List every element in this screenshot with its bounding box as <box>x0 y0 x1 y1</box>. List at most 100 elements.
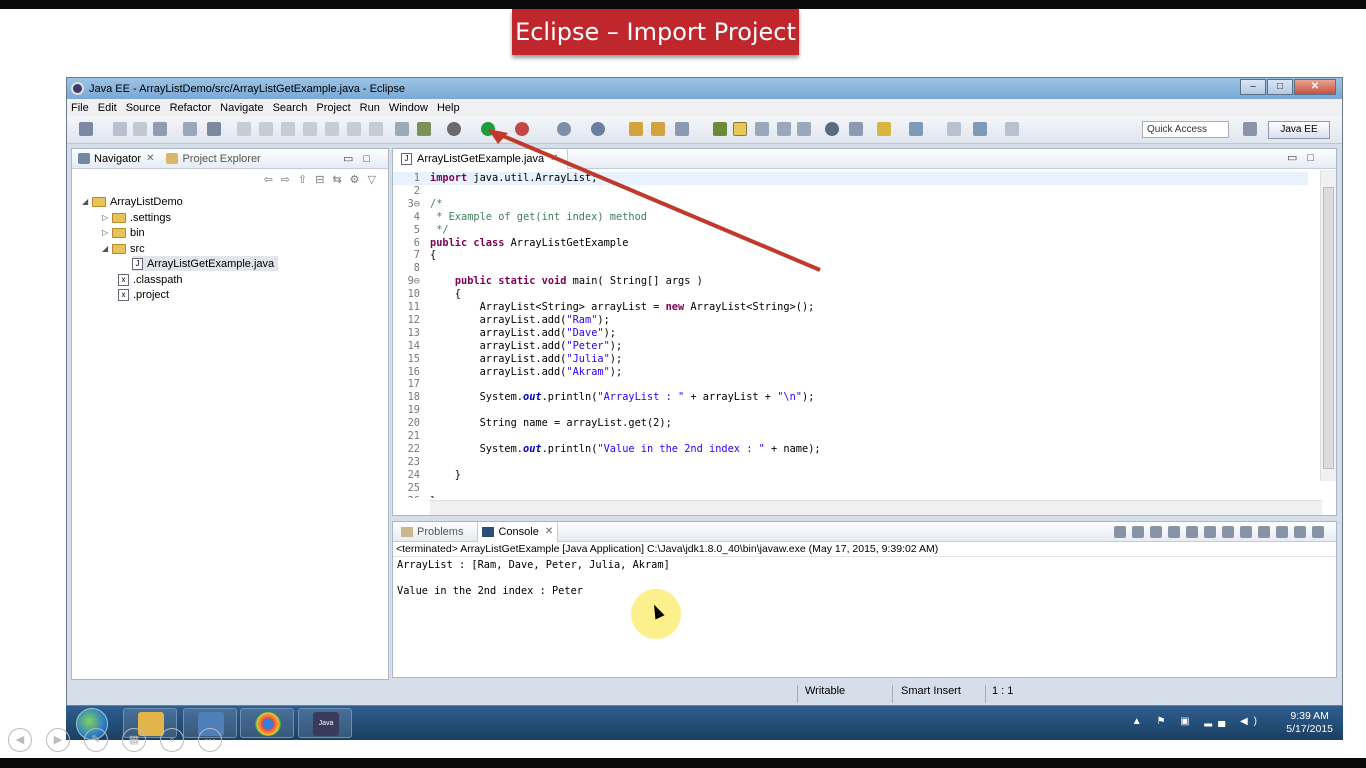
tab-console[interactable]: Console ✕ <box>477 521 559 542</box>
system-tray-icons[interactable]: ▲ ⚑ ▣ ▂▄ ◀) <box>1132 716 1263 727</box>
expanded-arrow-icon[interactable]: ◢ <box>102 244 112 253</box>
panel-min-max-icons[interactable]: ▭□ <box>343 152 380 165</box>
search-icon[interactable] <box>675 122 689 136</box>
help-icon[interactable] <box>825 122 839 136</box>
tree-item-arraylistgetexample[interactable]: J ArrayListGetExample.java <box>132 256 279 271</box>
debug-skip-icon[interactable] <box>207 122 221 136</box>
code-line[interactable]: 20 String name = arrayList.get(2); <box>393 417 1308 430</box>
menu-search[interactable]: Search <box>273 102 308 114</box>
menu-file[interactable]: File <box>71 102 89 114</box>
code-line[interactable]: 8 <box>393 262 1308 275</box>
open-perspective-icon[interactable] <box>1243 122 1257 136</box>
tab-navigator[interactable]: Navigator ✕ <box>78 153 154 165</box>
perspective-java-ee-button[interactable]: Java EE <box>1268 121 1330 139</box>
collapse-all-icon[interactable]: ⊟ <box>315 173 324 186</box>
quick-access-input[interactable]: Quick Access <box>1142 121 1229 138</box>
forward-icon[interactable] <box>1005 122 1019 136</box>
editor-horizontal-scrollbar[interactable] <box>430 500 1322 515</box>
run-last-tool-icon[interactable] <box>515 122 529 136</box>
terminate-icon[interactable] <box>1114 526 1126 538</box>
resume-icon[interactable] <box>237 122 251 136</box>
taskbar-eclipse[interactable]: Java EE <box>298 708 352 751</box>
prev-slide-icon[interactable]: ◀ <box>8 728 32 752</box>
build-icon[interactable] <box>183 122 197 136</box>
pin-console-icon[interactable] <box>1240 526 1252 538</box>
next-annotation-icon[interactable] <box>849 122 863 136</box>
filters-icon[interactable]: ⚙ <box>350 173 360 186</box>
show-on-stderr-icon[interactable] <box>1222 526 1234 538</box>
minimize-button[interactable]: – <box>1240 79 1266 95</box>
use-step-filters-icon[interactable] <box>417 122 431 136</box>
collapsed-arrow-icon[interactable]: ▷ <box>102 228 112 237</box>
tab-project-explorer[interactable]: Project Explorer <box>166 153 261 165</box>
open-type-icon[interactable] <box>629 122 643 136</box>
code-line[interactable]: 18 System.out.println("ArrayList : " + a… <box>393 391 1308 404</box>
code-line[interactable]: 23 <box>393 456 1308 469</box>
tree-item-settings[interactable]: ▷ .settings <box>102 210 171 225</box>
toggle-mark-occurrences-icon[interactable] <box>713 122 727 136</box>
code-line[interactable]: 2 <box>393 185 1308 198</box>
view-menu-icon[interactable]: ▽ <box>368 173 376 186</box>
collapsed-arrow-icon[interactable]: ▷ <box>102 213 112 222</box>
tab-problems[interactable]: Problems <box>397 522 467 542</box>
tab-arraylistgetexample[interactable]: J ArrayListGetExample.java ✕ <box>393 148 568 169</box>
terminate-icon[interactable] <box>281 122 295 136</box>
drop-frame-icon[interactable] <box>395 122 409 136</box>
open-task-icon[interactable] <box>651 122 665 136</box>
more-icon[interactable]: ⋯ <box>198 728 222 752</box>
run-icon[interactable] <box>481 122 495 136</box>
menu-navigate[interactable]: Navigate <box>220 102 263 114</box>
code-line[interactable]: 12 arrayList.add("Ram"); <box>393 314 1308 327</box>
editor-vertical-scrollbar[interactable] <box>1320 170 1336 481</box>
code-line[interactable]: 22 System.out.println("Value in the 2nd … <box>393 443 1308 456</box>
clock[interactable]: 9:39 AM 5/17/2015 <box>1286 710 1333 736</box>
print-icon[interactable] <box>153 122 167 136</box>
save-all-icon[interactable] <box>133 122 147 136</box>
suspend-icon[interactable] <box>259 122 273 136</box>
maximize-icon[interactable] <box>1312 526 1324 538</box>
previous-annotation-icon[interactable] <box>909 122 923 136</box>
next-slide-icon[interactable]: ▶ <box>46 728 70 752</box>
close-icon[interactable]: ✕ <box>146 153 154 164</box>
menu-project[interactable]: Project <box>316 102 350 114</box>
save-icon[interactable] <box>113 122 127 136</box>
remove-launch-icon[interactable] <box>1132 526 1144 538</box>
menu-run[interactable]: Run <box>360 102 380 114</box>
code-line[interactable]: 4 * Example of get(int index) method <box>393 211 1308 224</box>
new-web-service-icon[interactable] <box>591 122 605 136</box>
tree-item-classpath[interactable]: x .classpath <box>118 272 183 287</box>
remove-all-icon[interactable] <box>1150 526 1162 538</box>
forward-arrow-icon[interactable]: ⇨ <box>281 173 290 186</box>
code-line[interactable]: 16 arrayList.add("Akram"); <box>393 366 1308 379</box>
scroll-lock-icon[interactable] <box>1186 526 1198 538</box>
code-line[interactable]: 19 <box>393 404 1308 417</box>
scrollbar-thumb[interactable] <box>1323 187 1334 469</box>
pen-icon[interactable]: ✎ <box>84 728 108 752</box>
last-edit-icon[interactable] <box>877 122 891 136</box>
code-line[interactable]: 15 arrayList.add("Julia"); <box>393 353 1308 366</box>
new-server-icon[interactable] <box>557 122 571 136</box>
menu-source[interactable]: Source <box>126 102 161 114</box>
step-return-icon[interactable] <box>369 122 383 136</box>
zoom-icon[interactable]: ⌕ <box>160 728 184 752</box>
close-button[interactable]: ✕ <box>1294 79 1336 95</box>
minimize-icon[interactable] <box>1294 526 1306 538</box>
code-line[interactable]: 3⊖ /* <box>393 198 1308 211</box>
back-icon[interactable] <box>947 122 961 136</box>
tree-item-bin[interactable]: ▷ bin <box>102 225 145 240</box>
expanded-arrow-icon[interactable]: ◢ <box>82 197 92 206</box>
up-icon[interactable]: ⇧ <box>298 173 307 186</box>
code-line[interactable]: 25 <box>393 482 1308 495</box>
show-on-stdout-icon[interactable] <box>1204 526 1216 538</box>
word-wrap-icon[interactable] <box>797 122 811 136</box>
code-line[interactable]: 14 arrayList.add("Peter"); <box>393 340 1308 353</box>
close-icon[interactable]: ✕ <box>550 153 558 164</box>
menu-edit[interactable]: Edit <box>98 102 117 114</box>
disconnect-icon[interactable] <box>303 122 317 136</box>
code-line[interactable]: 21 <box>393 430 1308 443</box>
step-into-icon[interactable] <box>325 122 339 136</box>
link-with-editor-icon[interactable]: ⇆ <box>332 173 341 186</box>
history-back-icon[interactable] <box>973 122 987 136</box>
back-arrow-icon[interactable]: ⇦ <box>264 173 273 186</box>
code-line[interactable]: 5 */ <box>393 224 1308 237</box>
